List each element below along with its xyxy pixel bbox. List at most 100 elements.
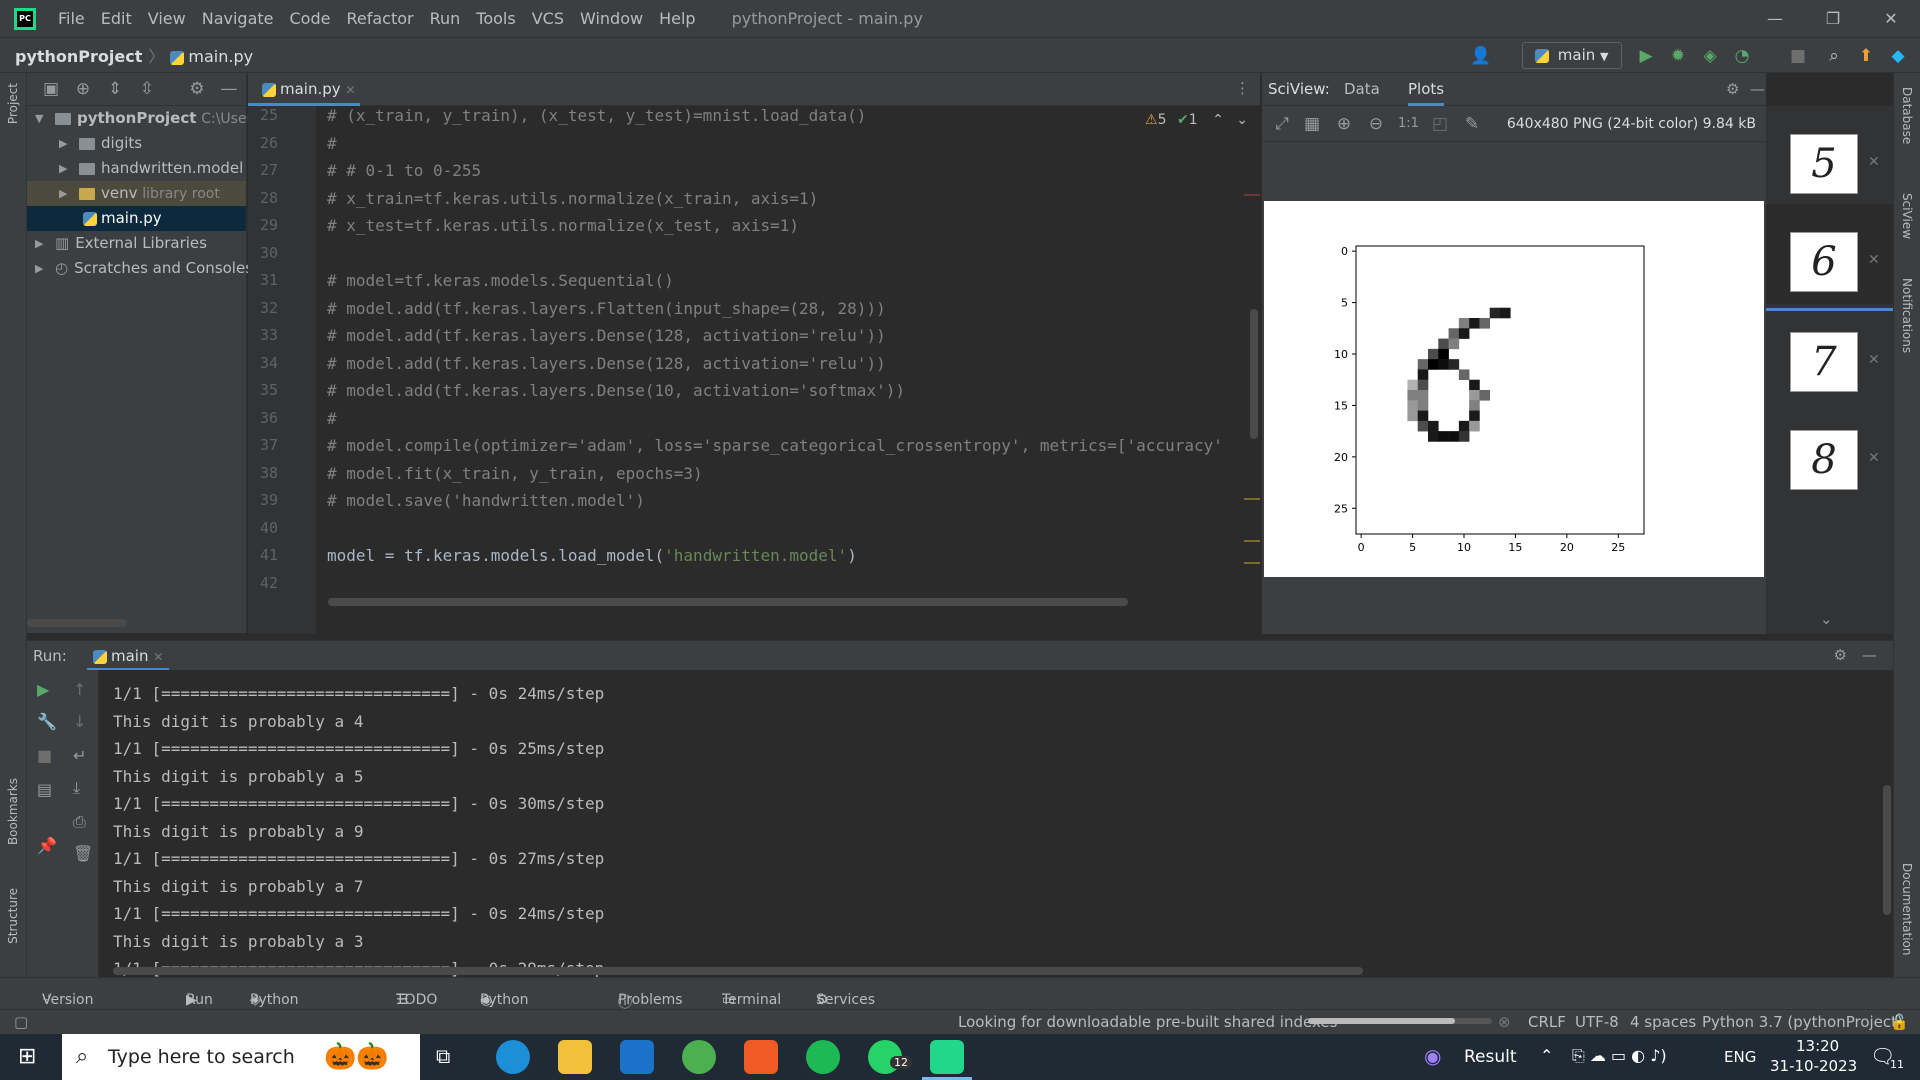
cancel-icon[interactable]: ⊗ — [1498, 1013, 1511, 1031]
python-interpreter[interactable]: Python 3.7 (pythonProject) — [1702, 1013, 1903, 1031]
code-line[interactable]: # (x_train, y_train), (x_test, y_test)=m… — [327, 106, 866, 125]
warning-stripe-marker[interactable] — [1244, 498, 1260, 500]
close-icon[interactable]: ✕ — [153, 650, 163, 664]
code-line[interactable]: # # 0-1 to 0-255 — [327, 161, 481, 180]
menu-item-window[interactable]: Window — [572, 9, 651, 28]
system-tray-icons[interactable]: ⎘ ☁ ▭ ◐ ♪) — [1572, 1046, 1667, 1066]
print-icon[interactable]: ⎙ — [73, 812, 86, 832]
run-tab-main[interactable]: main ✕ — [87, 647, 170, 671]
close-icon[interactable]: ✕ — [1868, 154, 1880, 170]
coverage-icon[interactable]: ◈ — [1700, 46, 1720, 66]
documentation-tool-tab[interactable]: Documentation — [1900, 863, 1914, 956]
arrow-up-icon[interactable]: ↑ — [73, 680, 86, 699]
chrome-icon[interactable] — [682, 1040, 716, 1074]
menu-item-edit[interactable]: Edit — [93, 9, 140, 28]
pycharm-taskbar-icon[interactable] — [930, 1040, 964, 1074]
code-line[interactable]: # model.add(tf.keras.layers.Dense(128, a… — [327, 326, 886, 345]
chevron-up-icon[interactable]: ⌃ — [1540, 1046, 1553, 1065]
close-icon[interactable]: ✕ — [1868, 352, 1880, 368]
user-icon[interactable]: 👤 — [1470, 46, 1491, 66]
menu-item-tools[interactable]: Tools — [468, 9, 523, 28]
debug-icon[interactable]: ✹ — [1668, 46, 1688, 66]
menu-item-navigate[interactable]: Navigate — [194, 9, 282, 28]
close-icon[interactable]: ✕ — [1862, 0, 1920, 37]
menu-item-view[interactable]: View — [140, 9, 194, 28]
wrench-icon[interactable]: 🔧 — [37, 712, 57, 731]
sciview-tool-tab[interactable]: SciView — [1900, 193, 1914, 239]
project-tool-tab[interactable]: Project — [6, 83, 20, 124]
code-line[interactable]: # — [327, 134, 337, 153]
code-line[interactable]: # model.fit(x_train, y_train, epochs=3) — [327, 464, 703, 483]
code-line[interactable]: # model.add(tf.keras.layers.Dense(128, a… — [327, 354, 886, 373]
edge-icon[interactable] — [496, 1040, 530, 1074]
brave-icon[interactable] — [744, 1040, 778, 1074]
task-view-icon[interactable]: ⧉ — [436, 1044, 450, 1068]
windows-start-icon[interactable]: ⊞ — [18, 1044, 36, 1069]
minimize-icon[interactable]: — — [1746, 0, 1804, 37]
actual-size-button[interactable]: 1:1 — [1398, 114, 1419, 134]
thumbnail-plot[interactable]: 5 — [1790, 134, 1858, 194]
color-picker-icon[interactable]: ✎ — [1462, 114, 1482, 134]
code-line[interactable]: # model.save('handwritten.model') — [327, 491, 645, 510]
update-icon[interactable]: ⬆ — [1856, 46, 1876, 66]
restore-icon[interactable]: ❐ — [1804, 0, 1862, 37]
close-icon[interactable]: ✕ — [1868, 450, 1880, 466]
fit-icon[interactable]: ⤢ — [1272, 114, 1292, 134]
tree-item-main-py[interactable]: main.py — [27, 206, 246, 231]
pin-icon[interactable]: 📌 — [37, 836, 57, 855]
lock-icon[interactable]: 🔓 — [1890, 1013, 1909, 1031]
rerun-icon[interactable]: ▶ — [37, 680, 49, 699]
breadcrumb-project[interactable]: pythonProject — [15, 47, 142, 66]
clock-time[interactable]: 13:20 — [1796, 1037, 1839, 1055]
close-icon[interactable]: ✕ — [1868, 252, 1880, 268]
file-encoding[interactable]: UTF-8 — [1575, 1013, 1619, 1031]
code-line[interactable]: # — [327, 409, 337, 428]
scroll-to-end-icon[interactable]: ⤓ — [73, 778, 80, 798]
locate-icon[interactable]: ⊕ — [73, 79, 93, 99]
gear-icon[interactable]: ⚙ — [1834, 646, 1847, 664]
line-separator[interactable]: CRLF — [1528, 1013, 1566, 1031]
code-line[interactable]: # model=tf.keras.models.Sequential() — [327, 271, 674, 290]
tree-external-libraries[interactable]: ▶ ▥ External Libraries — [27, 231, 246, 256]
menu-item-vcs[interactable]: VCS — [524, 9, 572, 28]
horizontal-scrollbar[interactable] — [27, 619, 127, 627]
file-explorer-icon[interactable] — [558, 1040, 592, 1074]
code-line[interactable]: # model.add(tf.keras.layers.Flatten(inpu… — [327, 299, 886, 318]
tab-main-py[interactable]: main.py ✕ — [248, 73, 360, 106]
layout-icon[interactable]: ▤ — [37, 780, 52, 799]
code-line[interactable]: # x_test=tf.keras.utils.normalize(x_test… — [327, 216, 799, 235]
menu-item-code[interactable]: Code — [282, 9, 339, 28]
chevron-down-icon[interactable]: ⌄ — [1236, 112, 1248, 128]
hide-icon[interactable]: — — [1750, 80, 1765, 98]
close-icon[interactable]: ✕ — [345, 83, 355, 97]
tree-scratches[interactable]: ▶ ◴ Scratches and Consoles — [27, 256, 253, 281]
taskbar-search[interactable]: ⌕ Type here to search 🎃🎃 — [62, 1034, 420, 1080]
tab-data[interactable]: Data — [1344, 80, 1380, 98]
trash-icon[interactable]: 🗑 — [73, 844, 93, 863]
stop-icon[interactable]: ■ — [1788, 46, 1808, 66]
menu-item-file[interactable]: File — [50, 9, 93, 28]
warning-stripe-marker[interactable] — [1244, 540, 1260, 542]
tree-item-digits[interactable]: ▶ digits — [27, 131, 246, 156]
menu-item-refactor[interactable]: Refactor — [338, 9, 421, 28]
panel-icon[interactable]: ▣ — [41, 79, 61, 99]
panel-toggle-icon[interactable]: ▢ — [14, 1013, 28, 1031]
language-indicator[interactable]: ENG — [1724, 1048, 1756, 1066]
soft-wrap-icon[interactable]: ↵ — [73, 746, 86, 765]
gear-icon[interactable]: ⚙ — [187, 79, 207, 99]
run-configuration-select[interactable]: main ▼ — [1522, 42, 1622, 69]
code-line[interactable]: # x_train=tf.keras.utils.normalize(x_tra… — [327, 189, 818, 208]
inspection-widget[interactable]: ⚠5 ✔1 ⌃ ⌄ — [1145, 112, 1248, 128]
vertical-scrollbar[interactable] — [1883, 785, 1891, 915]
expand-all-icon[interactable]: ⇕ — [105, 79, 125, 99]
tab-plots[interactable]: Plots — [1408, 80, 1445, 106]
collapse-all-icon[interactable]: ⇳ — [137, 79, 157, 99]
database-tool-tab[interactable]: Database — [1900, 87, 1914, 144]
structure-tool-tab[interactable]: Structure — [6, 888, 20, 944]
hide-icon[interactable]: — — [1862, 646, 1877, 664]
chevron-up-icon[interactable]: ⌃ — [1212, 112, 1224, 128]
plot-canvas[interactable]: 0 5 10 15 20 25 0 5 10 15 20 25 — [1264, 201, 1764, 577]
vertical-scrollbar[interactable] — [1250, 309, 1258, 439]
thumbnail-plot[interactable]: 7 — [1790, 332, 1858, 392]
breadcrumb-file[interactable]: main.py — [188, 47, 253, 66]
